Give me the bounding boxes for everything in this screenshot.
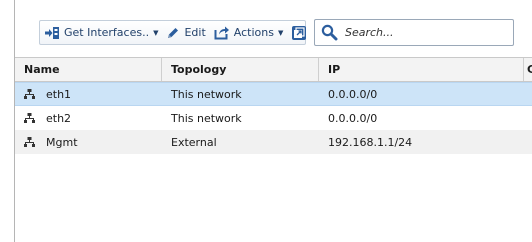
column-header-truncated[interactable]: C xyxy=(524,58,532,81)
actions-button[interactable]: Actions ▼ xyxy=(210,22,288,43)
interfaces-table: Name Topology IP C eth1 This network 0.0… xyxy=(15,57,532,154)
search-icon xyxy=(321,24,338,41)
table-header: Name Topology IP C xyxy=(15,57,532,82)
cell-topology: External xyxy=(171,135,217,149)
cell-name: eth2 xyxy=(15,106,162,130)
chevron-down-icon: ▼ xyxy=(153,28,159,37)
table-row[interactable]: Mgmt External 192.168.1.1/24 xyxy=(15,130,532,154)
network-interface-icon xyxy=(24,89,35,99)
column-header-name[interactable]: Name xyxy=(15,58,162,81)
column-header-ip[interactable]: IP xyxy=(319,58,524,81)
network-interface-icon xyxy=(24,137,35,147)
row-name-text: eth1 xyxy=(46,87,72,101)
edit-pencil-icon xyxy=(166,26,180,40)
cell-topology: This network xyxy=(171,87,242,101)
cell-ip: 192.168.1.1/24 xyxy=(328,135,413,149)
actions-label: Actions xyxy=(233,26,274,39)
column-header-topology[interactable]: Topology xyxy=(162,58,319,81)
edit-label: Edit xyxy=(184,26,206,39)
popout-window-icon xyxy=(291,25,307,41)
table-row[interactable]: eth1 This network 0.0.0.0/0 xyxy=(15,82,532,106)
get-interfaces-button[interactable]: Get Interfaces.. ▼ xyxy=(40,22,162,43)
row-name-text: Mgmt xyxy=(46,135,78,149)
search-box[interactable] xyxy=(314,19,514,46)
table-row[interactable]: eth2 This network 0.0.0.0/0 xyxy=(15,106,532,130)
get-interfaces-icon xyxy=(44,26,60,40)
popout-window-button[interactable] xyxy=(287,22,315,43)
edit-button[interactable]: Edit xyxy=(162,22,209,43)
network-interface-icon xyxy=(24,113,35,123)
chevron-down-icon: ▼ xyxy=(277,28,284,37)
toolbar: Get Interfaces.. ▼ Edit Actions ▼ xyxy=(39,20,307,45)
row-name-text: eth2 xyxy=(46,111,72,125)
cell-topology: This network xyxy=(171,111,242,125)
cell-ip: 0.0.0.0/0 xyxy=(328,111,378,125)
cell-name: eth1 xyxy=(15,83,162,105)
cell-ip: 0.0.0.0/0 xyxy=(328,87,378,101)
actions-icon xyxy=(214,25,230,40)
get-interfaces-label: Get Interfaces.. xyxy=(64,26,150,39)
cell-name: Mgmt xyxy=(15,130,162,154)
search-input[interactable] xyxy=(345,26,495,39)
